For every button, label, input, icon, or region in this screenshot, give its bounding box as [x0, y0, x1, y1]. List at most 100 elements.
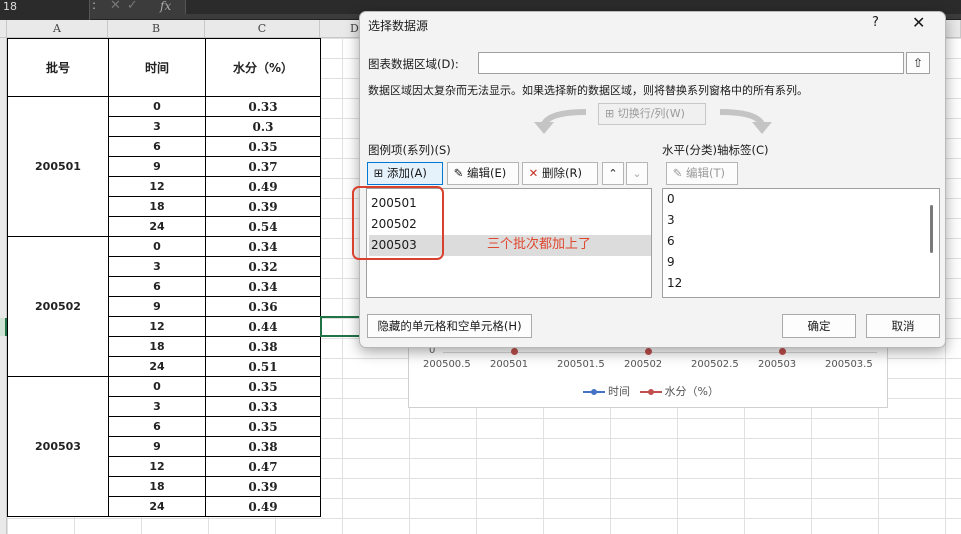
moisture-cell[interactable]: 0.49 — [205, 496, 321, 517]
axis-label-item: 0 — [667, 192, 675, 206]
time-cell[interactable]: 12 — [108, 316, 206, 337]
moisture-cell[interactable]: 0.51 — [205, 356, 321, 377]
delete-series-button[interactable]: ✕ 删除(R) — [522, 162, 598, 185]
table-row: 200501 0 0.33 — [7, 96, 321, 237]
delete-x-icon: ✕ — [528, 166, 539, 180]
chart-legend[interactable]: 时间 水分（%） — [409, 383, 887, 399]
time-cell[interactable]: 0 — [108, 236, 206, 257]
moisture-cell[interactable]: 0.54 — [205, 216, 321, 237]
time-cell[interactable]: 0 — [108, 376, 206, 397]
x-axis-line — [443, 352, 877, 353]
moisture-cell[interactable]: 0.35 — [205, 376, 321, 397]
name-box[interactable]: 18 — [0, 0, 90, 20]
insert-function-button[interactable]: fx — [160, 0, 171, 13]
collapse-dialog-button[interactable]: ⇧ — [906, 52, 930, 74]
x-tick-label: 200502.5 — [691, 359, 739, 370]
chart-data-range-input[interactable] — [478, 52, 904, 74]
axis-label-item: 6 — [667, 234, 675, 248]
moisture-cell[interactable]: 0.33 — [205, 96, 321, 117]
help-button[interactable]: ? — [872, 15, 879, 30]
edit-icon: ✎ — [453, 166, 464, 180]
legend-label-time: 时间 — [608, 385, 631, 398]
scrollbar-thumb[interactable] — [930, 205, 933, 253]
time-cell[interactable]: 9 — [108, 436, 206, 457]
moisture-cell[interactable]: 0.49 — [205, 176, 321, 197]
time-cell[interactable]: 6 — [108, 276, 206, 297]
moisture-cell[interactable]: 0.37 — [205, 156, 321, 177]
add-series-button[interactable]: ⊞ 添加(A) — [367, 162, 443, 185]
moisture-cell[interactable]: 0.3 — [205, 116, 321, 137]
formula-cancel-confirm-buttons[interactable]: ✕✓ — [110, 0, 144, 12]
select-all-corner[interactable] — [0, 20, 7, 38]
header-batch[interactable]: 批号 — [7, 38, 109, 97]
time-cell[interactable]: 18 — [108, 476, 206, 497]
x-tick-label: 200501.5 — [557, 359, 605, 370]
header-moisture[interactable]: 水分（%） — [205, 38, 321, 97]
time-cell[interactable]: 24 — [108, 216, 206, 237]
ok-button[interactable]: 确定 — [782, 314, 856, 338]
legend-label-moisture: 水分（%） — [664, 385, 719, 398]
moisture-cell[interactable]: 0.34 — [205, 236, 321, 257]
moisture-cell[interactable]: 0.34 — [205, 276, 321, 297]
confirm-icon[interactable]: ✓ — [127, 0, 144, 13]
moisture-cell[interactable]: 0.36 — [205, 296, 321, 317]
time-cell[interactable]: 3 — [108, 116, 206, 137]
chart-point[interactable] — [511, 348, 518, 355]
batch-cell[interactable]: 200503 — [7, 376, 109, 517]
switch-row-column-button[interactable]: ⊞ 切换行/列(W) — [598, 103, 706, 125]
moisture-cell[interactable]: 0.39 — [205, 476, 321, 497]
column-header-b[interactable]: B — [108, 20, 205, 38]
chevron-down-icon: ⌄ — [632, 167, 642, 180]
header-time[interactable]: 时间 — [108, 38, 206, 97]
x-tick-label: 200503.5 — [825, 359, 873, 370]
cancel-button[interactable]: 取消 — [866, 314, 940, 338]
moisture-cell[interactable]: 0.38 — [205, 336, 321, 357]
time-cell[interactable]: 3 — [108, 256, 206, 277]
time-cell[interactable]: 0 — [108, 96, 206, 117]
more-options-icon[interactable]: : — [92, 0, 96, 11]
hidden-empty-cells-button[interactable]: 隐藏的单元格和空单元格(H) — [367, 314, 532, 338]
time-cell[interactable]: 3 — [108, 396, 206, 417]
moisture-cell[interactable]: 0.35 — [205, 136, 321, 157]
time-cell[interactable]: 12 — [108, 176, 206, 197]
column-header-c[interactable]: C — [205, 20, 320, 38]
time-cell[interactable]: 18 — [108, 336, 206, 357]
time-cell[interactable]: 6 — [108, 416, 206, 437]
chart-data-range-label: 图表数据区域(D): — [368, 57, 459, 71]
row-headers[interactable] — [0, 38, 7, 534]
edit-series-button[interactable]: ✎ 编辑(E) — [447, 162, 519, 185]
legend-line-moisture — [639, 389, 662, 395]
time-cell[interactable]: 9 — [108, 296, 206, 317]
time-cell[interactable]: 24 — [108, 496, 206, 517]
moisture-cell[interactable]: 0.39 — [205, 196, 321, 217]
chart-point[interactable] — [645, 348, 652, 355]
move-up-button[interactable]: ⌃ — [602, 162, 624, 185]
moisture-cell[interactable]: 0.32 — [205, 256, 321, 277]
table-header-row: 批号 时间 水分（%） — [7, 38, 321, 97]
cancel-icon[interactable]: ✕ — [110, 0, 127, 13]
moisture-cell[interactable]: 0.38 — [205, 436, 321, 457]
axis-label-item: 3 — [667, 213, 675, 227]
add-grid-icon: ⊞ — [373, 166, 384, 180]
moisture-cell[interactable]: 0.35 — [205, 416, 321, 437]
column-header-a[interactable]: A — [7, 20, 108, 38]
close-button[interactable]: ✕ — [912, 13, 925, 32]
chart-point[interactable] — [779, 348, 786, 355]
axis-labels-list[interactable]: 0 3 6 9 12 — [662, 188, 940, 298]
time-cell[interactable]: 24 — [108, 356, 206, 377]
batch-cell[interactable]: 200502 — [7, 236, 109, 377]
selected-cell[interactable] — [320, 316, 362, 337]
time-cell[interactable]: 12 — [108, 456, 206, 477]
time-cell[interactable]: 18 — [108, 196, 206, 217]
time-cell[interactable]: 9 — [108, 156, 206, 177]
moisture-cell[interactable]: 0.44 — [205, 316, 321, 337]
move-down-button[interactable]: ⌄ — [626, 162, 648, 185]
moisture-cell[interactable]: 0.47 — [205, 456, 321, 477]
moisture-cell[interactable]: 0.33 — [205, 396, 321, 417]
edit-axis-labels-button[interactable]: ✎ 编辑(T) — [666, 162, 738, 185]
batch-cell[interactable]: 200501 — [7, 96, 109, 237]
axis-label-item: 9 — [667, 255, 675, 269]
time-cell[interactable]: 6 — [108, 136, 206, 157]
legend-entries-label: 图例项(系列)(S) — [368, 143, 451, 157]
dialog-title: 选择数据源 — [368, 19, 429, 33]
